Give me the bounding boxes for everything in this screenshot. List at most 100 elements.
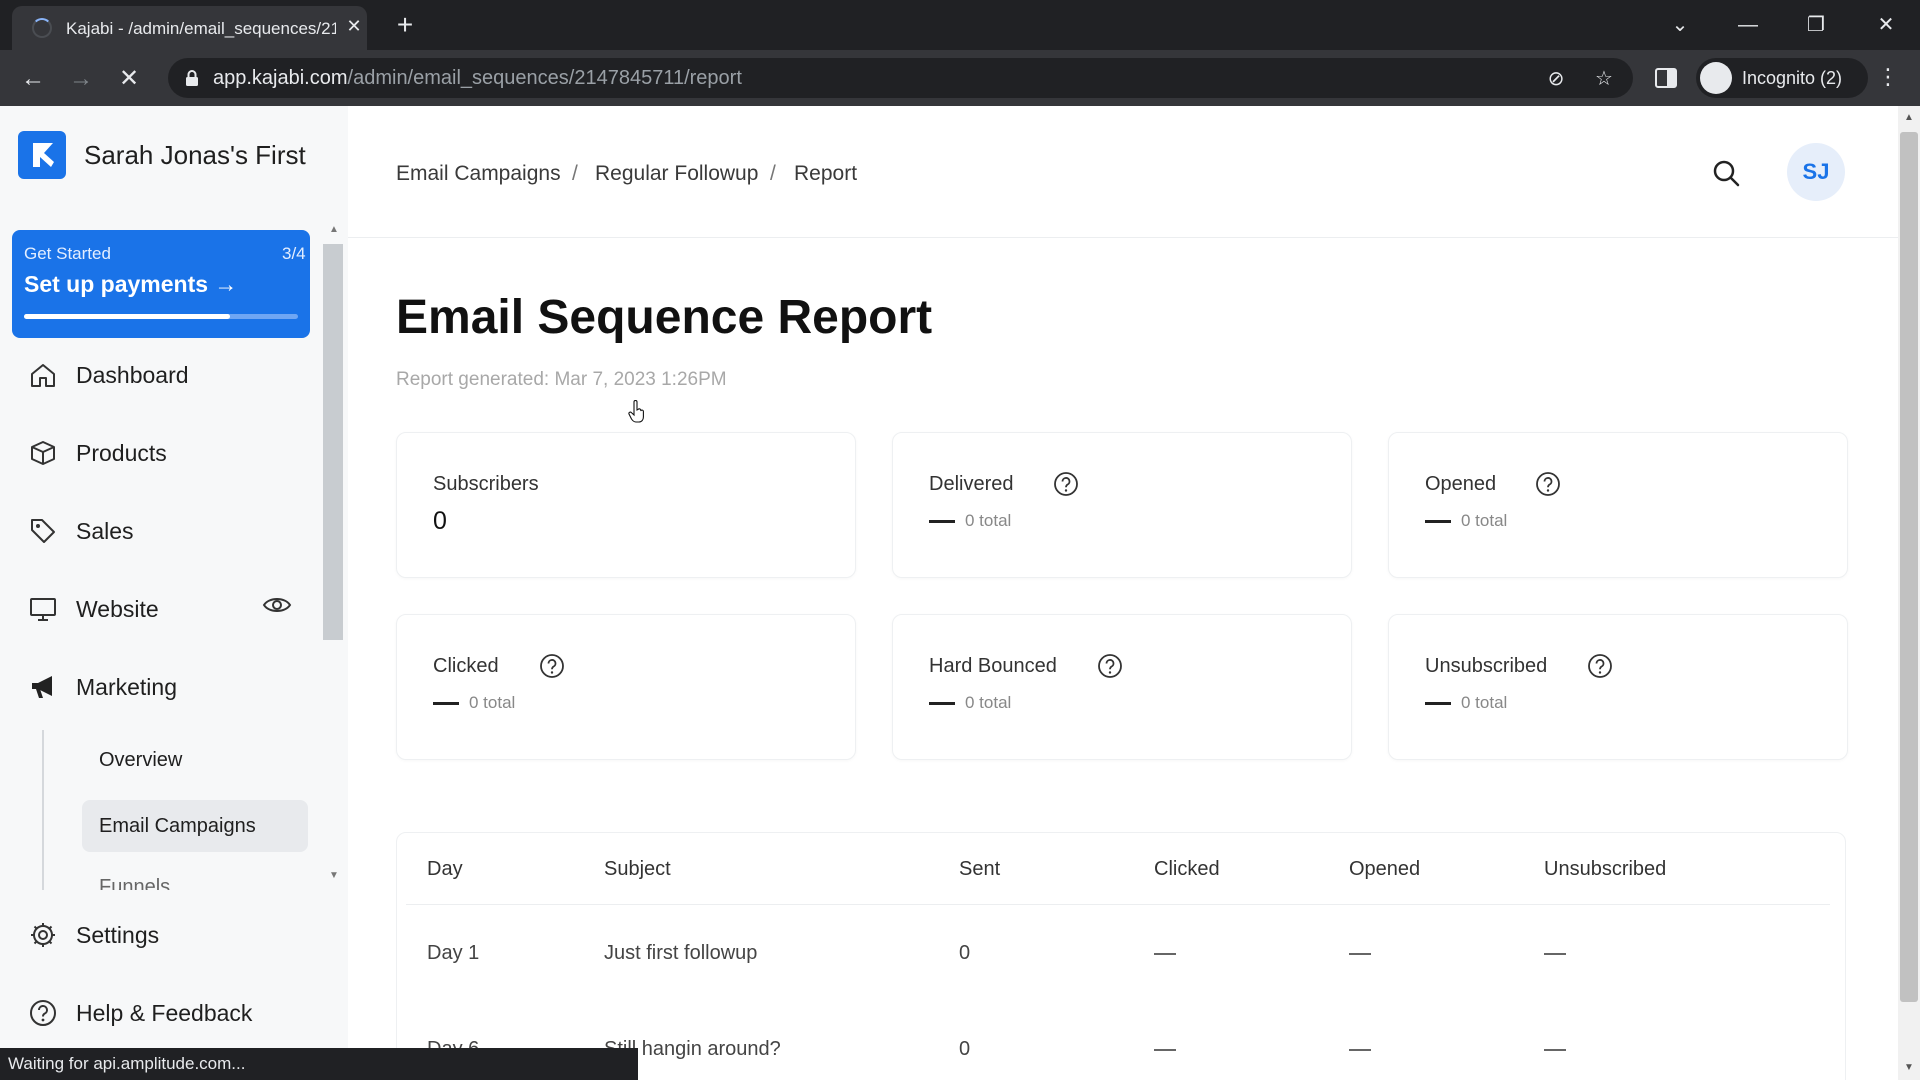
browser-tab-strip: Kajabi - /admin/email_sequences/21478457…: [0, 0, 1920, 50]
sidebar-scrollbar-thumb[interactable]: [323, 244, 343, 640]
breadcrumb-report: Report: [794, 162, 858, 185]
stat-total: 0 total: [965, 511, 1012, 530]
nav-help[interactable]: Help & Feedback: [28, 990, 308, 1034]
eye-off-icon[interactable]: ⊘: [1543, 66, 1569, 92]
sidebar-scroll-down-icon[interactable]: ▼: [326, 870, 342, 886]
nav-help-label: Help & Feedback: [76, 1000, 253, 1026]
progress-fill: [24, 314, 230, 319]
nav-sales[interactable]: Sales: [28, 508, 308, 552]
cell-opened-empty: [1349, 1049, 1371, 1051]
tab-title: Kajabi - /admin/email_sequences/21478457…: [66, 19, 336, 38]
tab-search-chevron-icon[interactable]: ⌄: [1660, 8, 1700, 42]
browser-toolbar: ← → ✕ app.kajabi.com/admin/email_sequenc…: [0, 50, 1920, 106]
url-path: /admin/email_sequences/2147845711/report: [347, 67, 742, 89]
get-started-card[interactable]: Get Started 3/4 Set up payments →: [12, 230, 310, 338]
status-text: Waiting for api.amplitude.com...: [8, 1054, 246, 1073]
stat-value: 0: [433, 507, 447, 535]
nav-marketing[interactable]: Marketing: [28, 664, 308, 708]
help-circle-icon[interactable]: [1053, 471, 1079, 497]
stat-empty-dash: [1425, 520, 1451, 523]
stat-empty-dash: [929, 520, 955, 523]
stat-label: Delivered: [929, 473, 1014, 495]
column-header-clicked[interactable]: Clicked: [1154, 858, 1220, 881]
close-tab-icon[interactable]: ✕: [342, 14, 366, 38]
box-icon: [31, 441, 55, 465]
stat-card-opened: Opened 0 total: [1388, 432, 1848, 578]
get-started-title: Set up payments →: [24, 271, 238, 297]
minimize-icon[interactable]: —: [1728, 8, 1768, 42]
new-tab-icon[interactable]: +: [390, 11, 420, 41]
help-circle-icon[interactable]: [1587, 653, 1613, 679]
report-generated-text: Report generated: Mar 7, 2023 1:26PM: [396, 369, 727, 390]
sidebar-scroll-up-icon[interactable]: ▲: [326, 224, 342, 240]
address-bar[interactable]: app.kajabi.com/admin/email_sequences/214…: [168, 58, 1633, 98]
megaphone-icon: [32, 676, 52, 698]
user-avatar[interactable]: SJ: [1787, 143, 1845, 201]
subnav-email-campaigns[interactable]: Email Campaigns: [82, 800, 308, 852]
stat-total: 0 total: [469, 693, 516, 712]
kajabi-logo-icon[interactable]: [18, 131, 66, 179]
close-window-icon[interactable]: ✕: [1866, 8, 1906, 42]
help-circle-icon[interactable]: [1097, 653, 1123, 679]
cell-opened-empty: [1349, 953, 1371, 955]
scroll-up-icon[interactable]: ▲: [1902, 112, 1916, 126]
stat-empty-dash: [1425, 702, 1451, 705]
eye-icon[interactable]: [262, 593, 292, 617]
forward-icon[interactable]: →: [64, 62, 98, 96]
stat-card-unsubscribed: Unsubscribed 0 total: [1388, 614, 1848, 760]
breadcrumb-regular-followup[interactable]: Regular Followup: [595, 162, 758, 186]
subnav-funnels[interactable]: Funnels: [99, 876, 219, 890]
bookmark-star-icon[interactable]: ☆: [1591, 66, 1617, 92]
column-header-subject[interactable]: Subject: [604, 858, 671, 881]
stat-empty-dash: [929, 702, 955, 705]
breadcrumb-email-campaigns[interactable]: Email Campaigns: [396, 162, 561, 186]
page-scrollbar-thumb[interactable]: [1900, 132, 1918, 1002]
column-header-sent[interactable]: Sent: [959, 858, 1000, 881]
restore-icon[interactable]: ❐: [1796, 8, 1836, 42]
tag-icon: [31, 519, 55, 543]
side-panel-icon[interactable]: [1652, 64, 1680, 92]
nav-marketing-label: Marketing: [76, 674, 177, 700]
nav-dashboard[interactable]: Dashboard: [28, 352, 308, 396]
url-text: app.kajabi.com/admin/email_sequences/214…: [213, 67, 742, 90]
get-started-count: 3/4: [282, 244, 306, 263]
subnav-overview[interactable]: Overview: [82, 734, 308, 786]
cell-unsubscribed-empty: [1544, 953, 1566, 955]
back-icon[interactable]: ←: [16, 62, 50, 96]
browser-menu-icon[interactable]: ⋮: [1876, 62, 1900, 96]
column-header-day[interactable]: Day: [427, 858, 463, 881]
loading-spinner-icon: [32, 18, 52, 38]
nav-products[interactable]: Products: [28, 430, 308, 474]
stat-card-clicked: Clicked 0 total: [396, 614, 856, 760]
stat-card-subscribers: Subscribers 0: [396, 432, 856, 578]
stop-loading-icon[interactable]: ✕: [112, 62, 146, 96]
site-name[interactable]: Sarah Jonas's First: [84, 140, 306, 171]
scroll-down-icon[interactable]: ▼: [1902, 1062, 1916, 1076]
profile-button[interactable]: Incognito (2): [1696, 58, 1868, 98]
logo-mark-icon: [33, 143, 54, 167]
incognito-icon: [1700, 62, 1732, 94]
nav-dashboard-label: Dashboard: [76, 362, 189, 388]
column-header-opened[interactable]: Opened: [1349, 858, 1420, 881]
nav-settings[interactable]: Settings: [28, 912, 308, 956]
help-circle-icon[interactable]: [539, 653, 565, 679]
nav-website-label: Website: [76, 596, 159, 622]
home-icon: [31, 364, 55, 387]
nav-products-label: Products: [76, 440, 167, 466]
help-circle-icon[interactable]: [1535, 471, 1561, 497]
browser-tab[interactable]: Kajabi - /admin/email_sequences/21478457…: [12, 6, 367, 50]
gear-icon: [31, 923, 55, 947]
cell-sent: 0: [959, 1038, 971, 1060]
stat-card-delivered: Delivered 0 total: [892, 432, 1352, 578]
cell-clicked-empty: [1154, 953, 1176, 955]
stat-total: 0 total: [1461, 511, 1508, 530]
page-header: Email Campaigns / Regular Followup / Rep…: [348, 106, 1898, 238]
column-header-unsubscribed[interactable]: Unsubscribed: [1544, 858, 1666, 881]
get-started-label: Get Started: [24, 244, 111, 263]
cell-subject[interactable]: Just first followup: [604, 942, 757, 965]
cell-unsubscribed-empty: [1544, 1049, 1566, 1051]
stat-total: 0 total: [1461, 693, 1508, 712]
cell-clicked-empty: [1154, 1049, 1176, 1051]
search-icon[interactable]: [1707, 154, 1747, 194]
stat-label: Hard Bounced: [929, 655, 1057, 677]
